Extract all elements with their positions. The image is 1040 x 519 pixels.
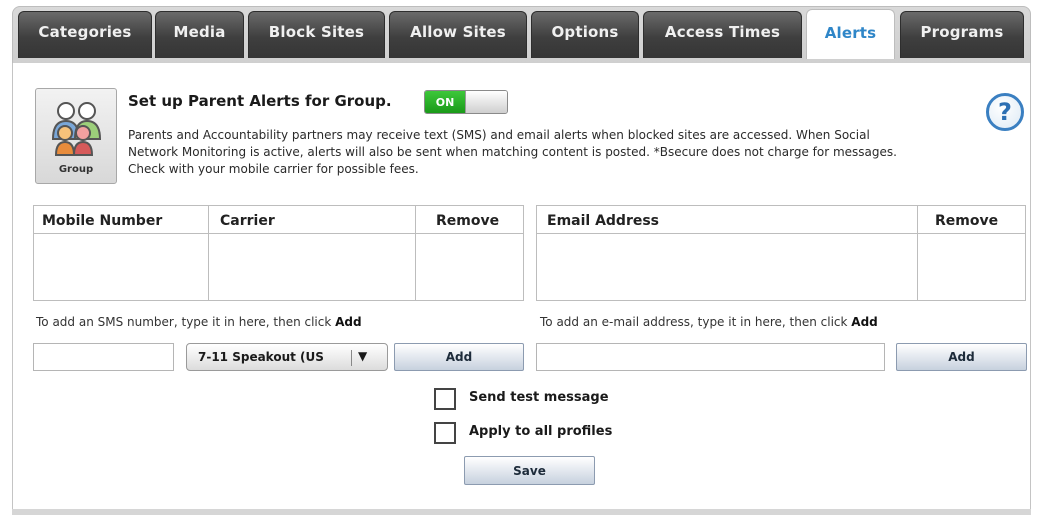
header-email-address: Email Address [547, 213, 660, 229]
toggle-on-label: ON [425, 91, 465, 113]
tab-alerts[interactable]: Alerts [806, 9, 895, 59]
tab-access-times[interactable]: Access Times [643, 11, 802, 58]
add-sms-button[interactable]: Add [394, 343, 524, 371]
group-avatar: Group [35, 88, 117, 184]
email-hint: To add an e-mail address, type it in her… [540, 315, 878, 329]
sms-table: Mobile Number Carrier Remove [33, 205, 524, 301]
panel-footer-strip [12, 509, 1031, 515]
save-button[interactable]: Save [464, 456, 595, 485]
sms-hint: To add an SMS number, type it in here, t… [36, 315, 362, 329]
apply-all-checkbox[interactable] [434, 422, 456, 444]
alerts-heading: Set up Parent Alerts for Group. [128, 92, 392, 110]
tab-block-sites[interactable]: Block Sites [248, 11, 385, 58]
apply-all-label: Apply to all profiles [469, 424, 613, 439]
column-divider [415, 206, 416, 300]
toggle-knob[interactable] [465, 91, 507, 113]
alerts-toggle[interactable]: ON [424, 90, 508, 114]
header-remove: Remove [935, 213, 999, 229]
tab-categories[interactable]: Categories [18, 11, 152, 58]
column-divider [208, 206, 209, 300]
header-remove: Remove [436, 213, 500, 229]
send-test-label: Send test message [469, 390, 609, 405]
column-divider [917, 206, 918, 300]
select-divider [351, 350, 352, 366]
chevron-down-icon: ▼ [358, 349, 368, 363]
help-icon[interactable]: ? [986, 93, 1024, 131]
tab-programs[interactable]: Programs [900, 11, 1024, 58]
header-carrier: Carrier [220, 213, 275, 229]
tab-allow-sites[interactable]: Allow Sites [389, 11, 527, 58]
email-hint-add: Add [851, 315, 878, 329]
sms-number-input[interactable] [33, 343, 174, 371]
email-hint-text: To add an e-mail address, type it in her… [540, 315, 848, 329]
group-label: Group [58, 164, 94, 175]
carrier-select[interactable]: 7-11 Speakout (US ▼ [186, 343, 388, 371]
sms-hint-add: Add [335, 315, 362, 329]
header-mobile-number: Mobile Number [42, 213, 163, 229]
email-input[interactable] [536, 343, 885, 371]
tab-media[interactable]: Media [155, 11, 244, 58]
tab-options[interactable]: Options [531, 11, 639, 58]
alerts-description: Parents and Accountability partners may … [128, 128, 897, 176]
carrier-selected: 7-11 Speakout (US [198, 350, 324, 364]
add-email-button[interactable]: Add [896, 343, 1027, 371]
sms-hint-text: To add an SMS number, type it in here, t… [36, 315, 332, 329]
send-test-checkbox[interactable] [434, 388, 456, 410]
email-table: Email Address Remove [536, 205, 1026, 301]
group-people-icon [51, 102, 102, 156]
